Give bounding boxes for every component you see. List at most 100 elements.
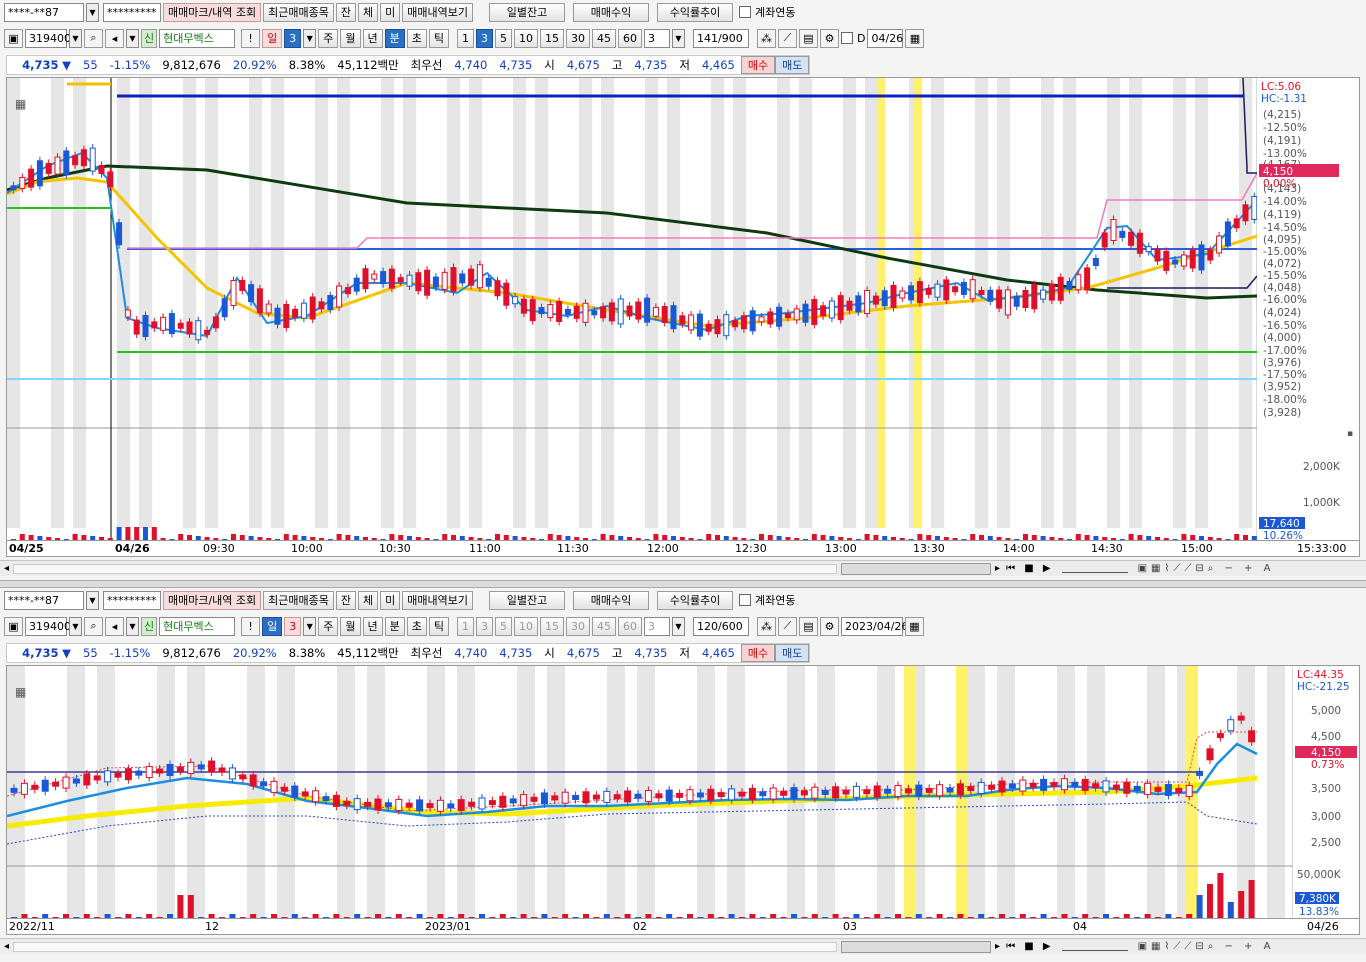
period-tick-button[interactable]: 틱 bbox=[428, 28, 449, 48]
stock-code-dropdown-icon[interactable]: ▼ bbox=[69, 616, 82, 636]
interval-1-button[interactable]: 1 bbox=[457, 28, 474, 48]
gear-icon[interactable]: ⚙ bbox=[820, 28, 839, 48]
interval-15-button[interactable]: 15 bbox=[540, 616, 564, 636]
period-year-button[interactable]: 년 bbox=[362, 616, 383, 636]
period-count-dropdown-icon[interactable]: ▼ bbox=[303, 28, 317, 48]
trade-history-button[interactable]: 매매내역보기 bbox=[402, 2, 474, 22]
panel-close-icon[interactable]: ▪ bbox=[1347, 429, 1353, 439]
save-icon[interactable]: ▤ bbox=[799, 28, 818, 48]
interval-dropdown-icon[interactable]: ▼ bbox=[672, 28, 685, 48]
unfilled-button[interactable]: 미 bbox=[380, 2, 401, 22]
top-chart-scrollbar[interactable]: ◂ ▸ ⏮ ■ ▶ ▣▦⌇⟋⟋⊟⌕ − + A bbox=[0, 560, 1366, 576]
interval-10-button[interactable]: 10 bbox=[514, 28, 538, 48]
interval-input[interactable]: 3 bbox=[644, 616, 670, 636]
password-field[interactable]: ********* bbox=[103, 2, 161, 22]
account-link-checkbox[interactable] bbox=[739, 594, 752, 606]
stock-code-dropdown-icon[interactable]: ▼ bbox=[69, 28, 82, 48]
playback-controls[interactable]: ⏮ ■ ▶ bbox=[1006, 563, 1054, 574]
interval-60-button[interactable]: 60 bbox=[618, 28, 642, 48]
interval-input[interactable]: 3 bbox=[644, 28, 670, 48]
period-day-button[interactable]: 일 bbox=[262, 616, 283, 636]
daily-balance-button[interactable]: 일별잔고 bbox=[489, 2, 566, 22]
unfilled-button[interactable]: 미 bbox=[380, 590, 401, 610]
search-icon[interactable]: ⌕ bbox=[84, 28, 103, 48]
period-month-button[interactable]: 월 bbox=[340, 616, 361, 636]
period-month-button[interactable]: 월 bbox=[340, 28, 361, 48]
buy-button[interactable]: 매수 bbox=[740, 644, 776, 662]
period-second-button[interactable]: 초 bbox=[406, 616, 427, 636]
account-number-field[interactable]: ****-**87 bbox=[4, 590, 84, 610]
speaker-icon[interactable]: ◂ bbox=[105, 616, 124, 636]
indicator-icon[interactable]: ⁂ bbox=[757, 616, 776, 636]
balance-button[interactable]: 잔 bbox=[335, 590, 357, 610]
interval-30-button[interactable]: 30 bbox=[566, 616, 590, 636]
account-link-checkbox[interactable] bbox=[739, 6, 752, 18]
window-icon[interactable]: ▣ bbox=[4, 616, 23, 636]
account-dropdown-icon[interactable]: ▼ bbox=[86, 590, 99, 610]
scroll-track[interactable] bbox=[13, 941, 838, 952]
bar-count-field[interactable]: 120/600 bbox=[693, 616, 749, 636]
stock-name-field[interactable]: 현대무벡스 bbox=[159, 28, 236, 48]
alert-icon[interactable]: ! bbox=[241, 616, 261, 636]
interval-45-button[interactable]: 45 bbox=[592, 616, 616, 636]
date-field[interactable]: 2023/04/26 bbox=[841, 616, 908, 636]
indicator-icon[interactable]: ⁂ bbox=[757, 28, 776, 48]
zoom-slider[interactable] bbox=[1061, 943, 1128, 951]
calendar-icon[interactable]: ▦ bbox=[905, 616, 924, 636]
zoom-slider[interactable] bbox=[1061, 565, 1128, 573]
period-minute-button[interactable]: 분 bbox=[384, 616, 405, 636]
scroll-track[interactable] bbox=[13, 563, 838, 574]
interval-30-button[interactable]: 30 bbox=[566, 28, 590, 48]
scroll-left-icon[interactable]: ◂ bbox=[4, 563, 9, 574]
return-trend-button[interactable]: 수익률추이 bbox=[657, 2, 734, 22]
interval-3-button[interactable]: 3 bbox=[476, 616, 493, 636]
speaker-dropdown-icon[interactable]: ▼ bbox=[126, 28, 139, 48]
stock-code-input[interactable]: 319400 bbox=[25, 28, 71, 48]
top-price-chart[interactable]: ▦ LC:5.06 HC:-1.31 (4,215) -12.50% (4,19… bbox=[6, 77, 1360, 541]
date-field[interactable]: 04/26 bbox=[867, 28, 904, 48]
search-icon[interactable]: ⌕ bbox=[84, 616, 103, 636]
period-second-button[interactable]: 초 bbox=[406, 28, 427, 48]
drawing-icon[interactable]: ⟋ bbox=[778, 616, 797, 636]
period-week-button[interactable]: 주 bbox=[318, 28, 339, 48]
sell-button[interactable]: 매도 bbox=[775, 644, 810, 662]
window-icon[interactable]: ▣ bbox=[4, 28, 23, 48]
scroll-thumb[interactable] bbox=[841, 562, 992, 575]
interval-45-button[interactable]: 45 bbox=[592, 28, 616, 48]
alert-icon[interactable]: ! bbox=[241, 28, 261, 48]
period-count-field[interactable]: 3 bbox=[284, 28, 302, 48]
interval-60-button[interactable]: 60 bbox=[618, 616, 642, 636]
bar-count-field[interactable]: 141/900 bbox=[693, 28, 749, 48]
chart-menu-icon[interactable]: ▦ bbox=[15, 97, 26, 111]
sell-button[interactable]: 매도 bbox=[775, 56, 810, 74]
daily-balance-button[interactable]: 일별잔고 bbox=[489, 590, 566, 610]
speaker-icon[interactable]: ◂ bbox=[105, 28, 124, 48]
trade-mark-button[interactable]: 매매마크/내역 조회 bbox=[163, 590, 262, 610]
recent-trades-button[interactable]: 최근매매종목 bbox=[263, 590, 334, 610]
interval-3-button[interactable]: 3 bbox=[476, 28, 493, 48]
period-week-button[interactable]: 주 bbox=[318, 616, 339, 636]
trade-mark-button[interactable]: 매매마크/내역 조회 bbox=[163, 2, 262, 22]
speaker-dropdown-icon[interactable]: ▼ bbox=[126, 616, 139, 636]
interval-5-button[interactable]: 5 bbox=[495, 616, 512, 636]
trade-history-button[interactable]: 매매내역보기 bbox=[402, 590, 474, 610]
playback-controls[interactable]: ⏮ ■ ▶ bbox=[1006, 941, 1054, 952]
calendar-icon[interactable]: ▦ bbox=[905, 28, 925, 48]
period-day-button[interactable]: 일 bbox=[262, 28, 283, 48]
stock-name-field[interactable]: 현대무벡스 bbox=[159, 616, 236, 636]
interval-15-button[interactable]: 15 bbox=[540, 28, 564, 48]
period-tick-button[interactable]: 틱 bbox=[428, 616, 449, 636]
period-year-button[interactable]: 년 bbox=[362, 28, 383, 48]
trade-profit-button[interactable]: 매매수익 bbox=[573, 2, 650, 22]
pane-splitter[interactable] bbox=[0, 580, 1366, 588]
execution-button[interactable]: 체 bbox=[358, 2, 379, 22]
execution-button[interactable]: 체 bbox=[358, 590, 379, 610]
scroll-thumb[interactable] bbox=[841, 940, 992, 953]
stock-code-input[interactable]: 319400 bbox=[25, 616, 71, 636]
scroll-right-icon[interactable]: ▸ bbox=[995, 563, 1000, 574]
chart-tool-icons[interactable]: ▣▦⌇⟋⟋⊟⌕ − + A bbox=[1138, 563, 1275, 574]
interval-dropdown-icon[interactable]: ▼ bbox=[672, 616, 685, 636]
scroll-right-icon[interactable]: ▸ bbox=[995, 941, 1000, 952]
drawing-icon[interactable]: ⟋ bbox=[778, 28, 797, 48]
period-minute-button[interactable]: 분 bbox=[384, 28, 405, 48]
